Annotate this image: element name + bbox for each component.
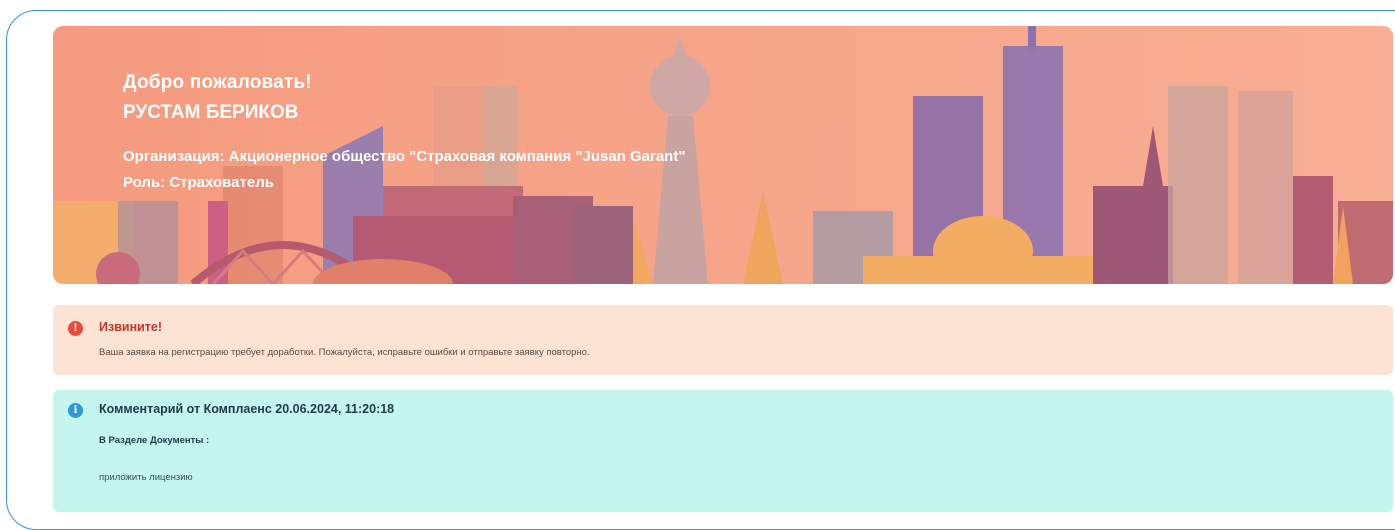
comment-title: Комментарий от Комплаенс 20.06.2024, 11:… xyxy=(99,402,395,416)
error-alert: ! Извините! Ваша заявка на регистрацию т… xyxy=(53,305,1393,375)
alert-title: Извините! xyxy=(99,320,163,334)
comment-card: i Комментарий от Комплаенс 20.06.2024, 1… xyxy=(53,390,1393,512)
exclamation-circle-icon: ! xyxy=(68,321,83,336)
welcome-banner: Добро пожаловать! РУСТАМ БЕРИКОВ Организ… xyxy=(53,26,1393,284)
welcome-heading: Добро пожаловать! xyxy=(123,72,312,93)
organization-label: Организация: Акционерное общество "Страх… xyxy=(123,148,686,165)
role-label: Роль: Страхователь xyxy=(123,174,274,191)
comment-text: приложить лицензию xyxy=(99,472,193,483)
comment-section: В Разделе Документы : xyxy=(99,435,210,446)
alert-message: Ваша заявка на регистрацию требует дораб… xyxy=(99,347,590,358)
info-circle-icon: i xyxy=(68,403,83,418)
user-name: РУСТАМ БЕРИКОВ xyxy=(123,102,299,123)
